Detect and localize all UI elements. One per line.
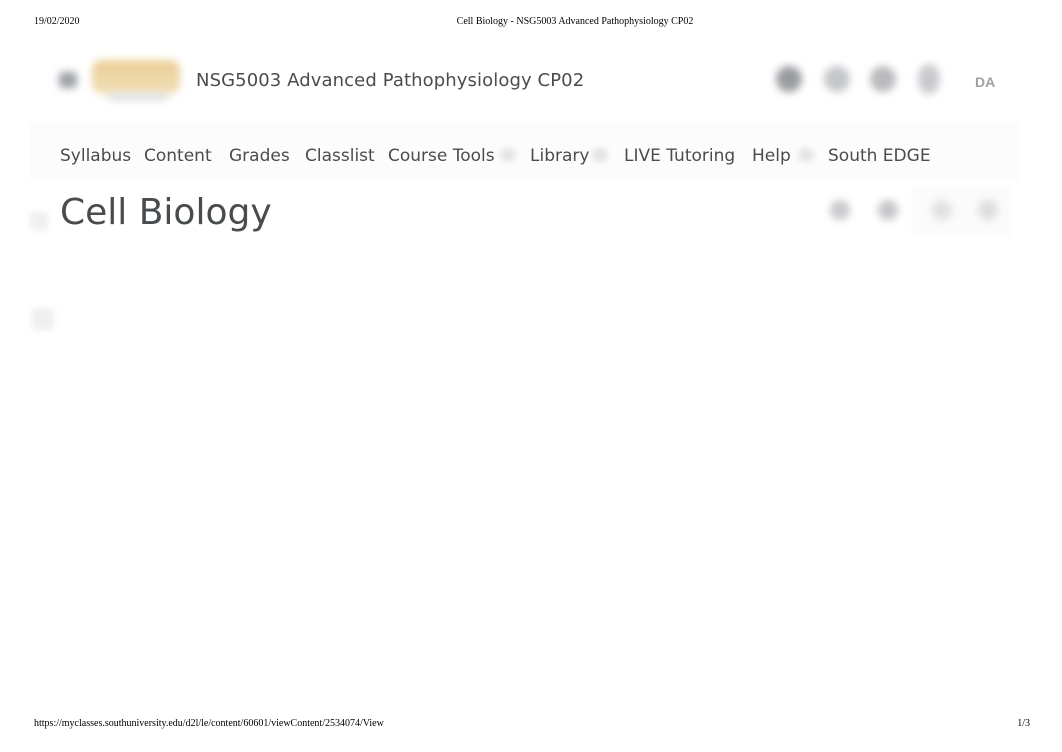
chevron-down-icon[interactable] (500, 148, 516, 162)
course-navbar: Syllabus Content Grades Classlist Course… (30, 122, 1020, 180)
message-icon[interactable] (824, 66, 850, 92)
course-minibar: NSG5003 Advanced Pathophysiology CP02 DA (30, 48, 1020, 114)
chevron-down-icon[interactable] (798, 148, 814, 162)
next-icon[interactable] (978, 200, 998, 220)
print-icon[interactable] (830, 200, 850, 220)
nav-item-syllabus[interactable]: Syllabus (60, 146, 131, 166)
download-icon[interactable] (878, 200, 898, 220)
print-header: 19/02/2020 Cell Biology - NSG5003 Advanc… (0, 16, 1062, 30)
content-expand-icon[interactable] (32, 308, 54, 330)
nav-item-grades[interactable]: Grades (229, 146, 290, 166)
course-selector-grid-icon[interactable] (59, 72, 77, 88)
page-title: Cell Biology (60, 192, 272, 233)
print-page-number: 1/3 (1017, 718, 1030, 729)
print-url: https://myclasses.southuniversity.edu/d2… (34, 718, 384, 729)
chat-icon[interactable] (870, 66, 896, 92)
chevron-down-icon[interactable] (592, 148, 608, 162)
nav-item-course-tools[interactable]: Course Tools (388, 146, 495, 166)
nav-item-help[interactable]: Help (752, 146, 791, 166)
course-title[interactable]: NSG5003 Advanced Pathophysiology CP02 (196, 70, 584, 91)
nav-item-classlist[interactable]: Classlist (305, 146, 375, 166)
print-footer: https://myclasses.southuniversity.edu/d2… (0, 718, 1062, 732)
previous-icon[interactable] (932, 200, 952, 220)
grid-icon[interactable] (776, 66, 802, 92)
nav-item-content[interactable]: Content (144, 146, 212, 166)
user-avatar-initials[interactable]: DA (975, 74, 995, 90)
nav-item-library[interactable]: Library (530, 146, 589, 166)
university-logo-subtitle (108, 94, 168, 100)
sidebar-toggle-icon[interactable] (30, 212, 48, 230)
nav-item-live-tutoring[interactable]: LIVE Tutoring (624, 146, 735, 166)
print-title: Cell Biology - NSG5003 Advanced Pathophy… (456, 16, 694, 27)
bell-icon[interactable] (918, 64, 940, 94)
university-logo[interactable] (92, 60, 180, 94)
nav-item-south-edge[interactable]: South EDGE (828, 146, 931, 166)
